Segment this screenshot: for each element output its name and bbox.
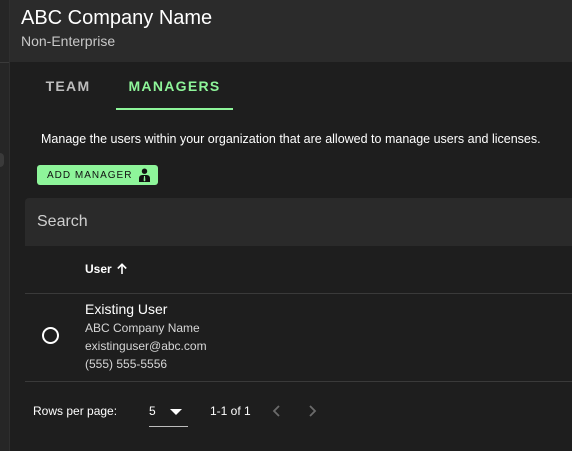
arrow-up-icon (116, 263, 127, 274)
managers-description: Manage the users within your organizatio… (41, 132, 541, 146)
rows-per-page-select[interactable]: 5 (149, 399, 188, 427)
search-input[interactable] (25, 198, 572, 246)
rows-per-page-value: 5 (149, 404, 156, 418)
user-email: existinguser@abc.com (85, 339, 207, 353)
company-title: ABC Company Name (21, 7, 213, 29)
chevron-left-icon (272, 405, 280, 417)
tab-managers[interactable]: MANAGERS (116, 62, 233, 110)
page-header: ABC Company Name Non-Enterprise (10, 0, 572, 62)
active-tab-indicator (116, 108, 233, 110)
previous-page-button[interactable] (266, 400, 288, 422)
manager-person-icon (139, 168, 150, 182)
add-manager-label: ADD MANAGER (47, 169, 133, 181)
tab-team[interactable]: TEAM (20, 62, 116, 110)
table-footer-divider (25, 381, 572, 382)
company-plan: Non-Enterprise (21, 33, 116, 49)
user-phone: (555) 555-5556 (85, 357, 168, 371)
rail-handle[interactable] (0, 153, 4, 167)
chevron-right-icon (309, 405, 317, 417)
rows-per-page-label: Rows per page: (33, 404, 118, 418)
user-name: Existing User (85, 301, 168, 317)
search-box (25, 198, 572, 246)
row-select-radio[interactable] (42, 327, 59, 344)
user-company: ABC Company Name (85, 321, 200, 335)
managers-panel: TEAM MANAGERS Manage the users within yo… (10, 62, 572, 451)
rail-divider (0, 62, 9, 63)
left-rail (0, 0, 10, 451)
column-header-user[interactable]: User (85, 262, 128, 276)
add-manager-button[interactable]: ADD MANAGER (37, 165, 158, 185)
caret-down-icon (170, 409, 182, 415)
next-page-button[interactable] (301, 400, 323, 422)
column-header-label: User (85, 262, 112, 276)
table-row: Existing User ABC Company Name existingu… (25, 294, 572, 381)
pagination-range: 1-1 of 1 (210, 404, 251, 418)
